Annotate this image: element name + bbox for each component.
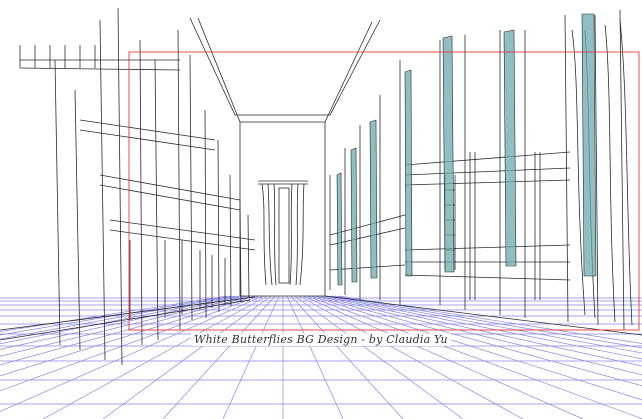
caption-text: White Butterflies BG Design - by Claudia… [0,333,642,346]
floor-grid-line [0,295,256,377]
caption-label: White Butterflies BG Design - by Claudia… [191,333,451,346]
floor-grid-line [330,295,642,354]
floor-grid-line [0,295,264,412]
floor-grid-line [290,295,404,419]
floor-grid-line [338,295,642,344]
floor-grid-line [42,295,268,419]
floor-grid-line [0,295,228,332]
floor-grid-line [298,295,524,419]
floor-grid-line [222,295,280,419]
floor-grid-line [286,295,344,419]
floor-grid-line [294,295,464,419]
back-window [258,180,308,286]
floor-perspective-grid [0,295,642,419]
floor-grid-line [102,295,272,419]
teal-curtains [336,13,597,286]
floor-grid-line [0,295,252,366]
dormitory-background-sketch [0,7,642,419]
